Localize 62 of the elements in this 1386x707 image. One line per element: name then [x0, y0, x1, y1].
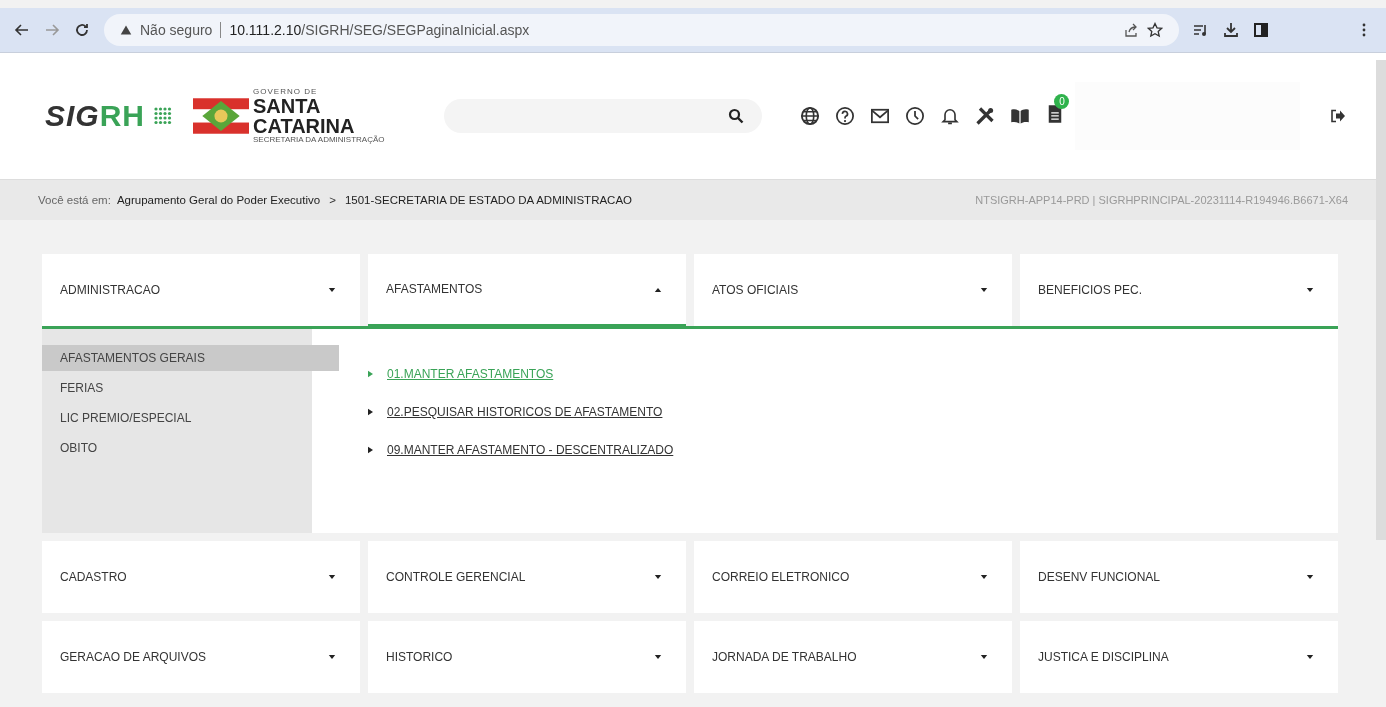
caret-icon [328, 574, 336, 580]
side-panel-icon[interactable] [1253, 22, 1269, 38]
reload-icon[interactable] [74, 22, 90, 38]
caret-icon [328, 654, 336, 660]
search-icon[interactable] [728, 108, 745, 124]
caret-icon [654, 574, 662, 580]
address-bar[interactable]: Não seguro 10.111.2.10/SIGRH/SEG/SEGPaginaInicial.aspx [104, 14, 1179, 46]
search-field[interactable] [444, 99, 763, 133]
category-item[interactable]: AFASTAMENTOS GERAIS [42, 345, 339, 371]
menu-tile[interactable]: CADASTRO [42, 541, 360, 613]
media-icon[interactable] [1193, 22, 1209, 38]
menu-link[interactable]: 09.MANTER AFASTAMENTO - DESCENTRALIZADO [387, 443, 674, 457]
caret-icon [1306, 574, 1314, 580]
server-info: NTSIGRH-APP14-PRD | SIGRHPRINCIPAL-20231114-R194946.B6671-X64 [975, 194, 1348, 206]
notification-badge: 0 [1054, 94, 1070, 109]
logout-icon[interactable] [1330, 108, 1346, 124]
caret-icon [1306, 287, 1314, 293]
menu-tile[interactable]: JUSTICA E DISCIPLINA [1020, 621, 1338, 693]
share-icon[interactable] [1123, 22, 1139, 38]
government-logo: GOVERNO DE SANTA CATARINA SECRETARIA DA ADMINISTRAÇÃO [193, 88, 385, 144]
menu-tile[interactable]: CORREIO ELETRONICO [694, 541, 1012, 613]
sigrh-logo: SIGRH [45, 99, 174, 133]
menu-tile[interactable]: CONTROLE GERENCIAL [368, 541, 686, 613]
breadcrumb-prefix: Você está em: [38, 194, 111, 206]
menu-tile[interactable]: JORNADA DE TRABALHO [694, 621, 1012, 693]
breadcrumb-separator: > [329, 194, 336, 206]
bullet-icon [368, 370, 373, 378]
back-icon[interactable] [14, 22, 30, 38]
caret-icon [980, 287, 988, 293]
bullet-icon [368, 446, 373, 454]
help-icon[interactable] [835, 106, 856, 126]
menu-tile[interactable]: BENEFICIOS PEC. [1020, 254, 1338, 326]
caret-icon [328, 287, 336, 293]
menu-link[interactable]: 02.PESQUISAR HISTORICOS DE AFASTAMENTO [387, 405, 663, 419]
menu-tile[interactable]: AFASTAMENTOS [368, 254, 686, 326]
caret-icon [1306, 654, 1314, 660]
breadcrumb-item[interactable]: 1501-SECRETARIA DE ESTADO DA ADMINISTRACAO [344, 194, 633, 206]
mail-icon[interactable] [870, 106, 891, 126]
caret-icon [980, 654, 988, 660]
caret-icon [980, 574, 988, 580]
bullet-icon [368, 408, 373, 416]
menu-tile[interactable]: ATOS OFICIAIS [694, 254, 1012, 326]
clock-icon[interactable] [905, 106, 926, 126]
warning-icon[interactable] [120, 24, 132, 36]
menu-tile[interactable]: GERACAO DE ARQUIVOS [42, 621, 360, 693]
category-item[interactable]: FERIAS [42, 375, 302, 401]
security-label: Não seguro [140, 22, 213, 38]
menu-tile[interactable]: HISTORICO [368, 621, 686, 693]
category-item[interactable]: LIC PREMIO/ESPECIAL [42, 405, 302, 431]
globe-icon[interactable] [800, 106, 821, 126]
book-icon[interactable] [1010, 106, 1031, 126]
breadcrumb-item[interactable]: Agrupamento Geral do Poder Executivo [116, 194, 321, 206]
caret-icon [654, 654, 662, 660]
menu-tile[interactable]: ADMINISTRACAO [42, 254, 360, 326]
scrollbar[interactable] [1376, 60, 1386, 540]
category-item[interactable]: OBITO [42, 435, 302, 461]
download-icon[interactable] [1223, 22, 1239, 38]
star-icon[interactable] [1147, 22, 1163, 38]
caret-icon [654, 286, 662, 292]
menu-tile[interactable]: DESENV FUNCIONAL [1020, 541, 1338, 613]
bell-icon[interactable] [940, 106, 961, 126]
url-text: 10.111.2.10/SIGRH/SEG/SEGPaginaInicial.aspx [229, 22, 530, 38]
